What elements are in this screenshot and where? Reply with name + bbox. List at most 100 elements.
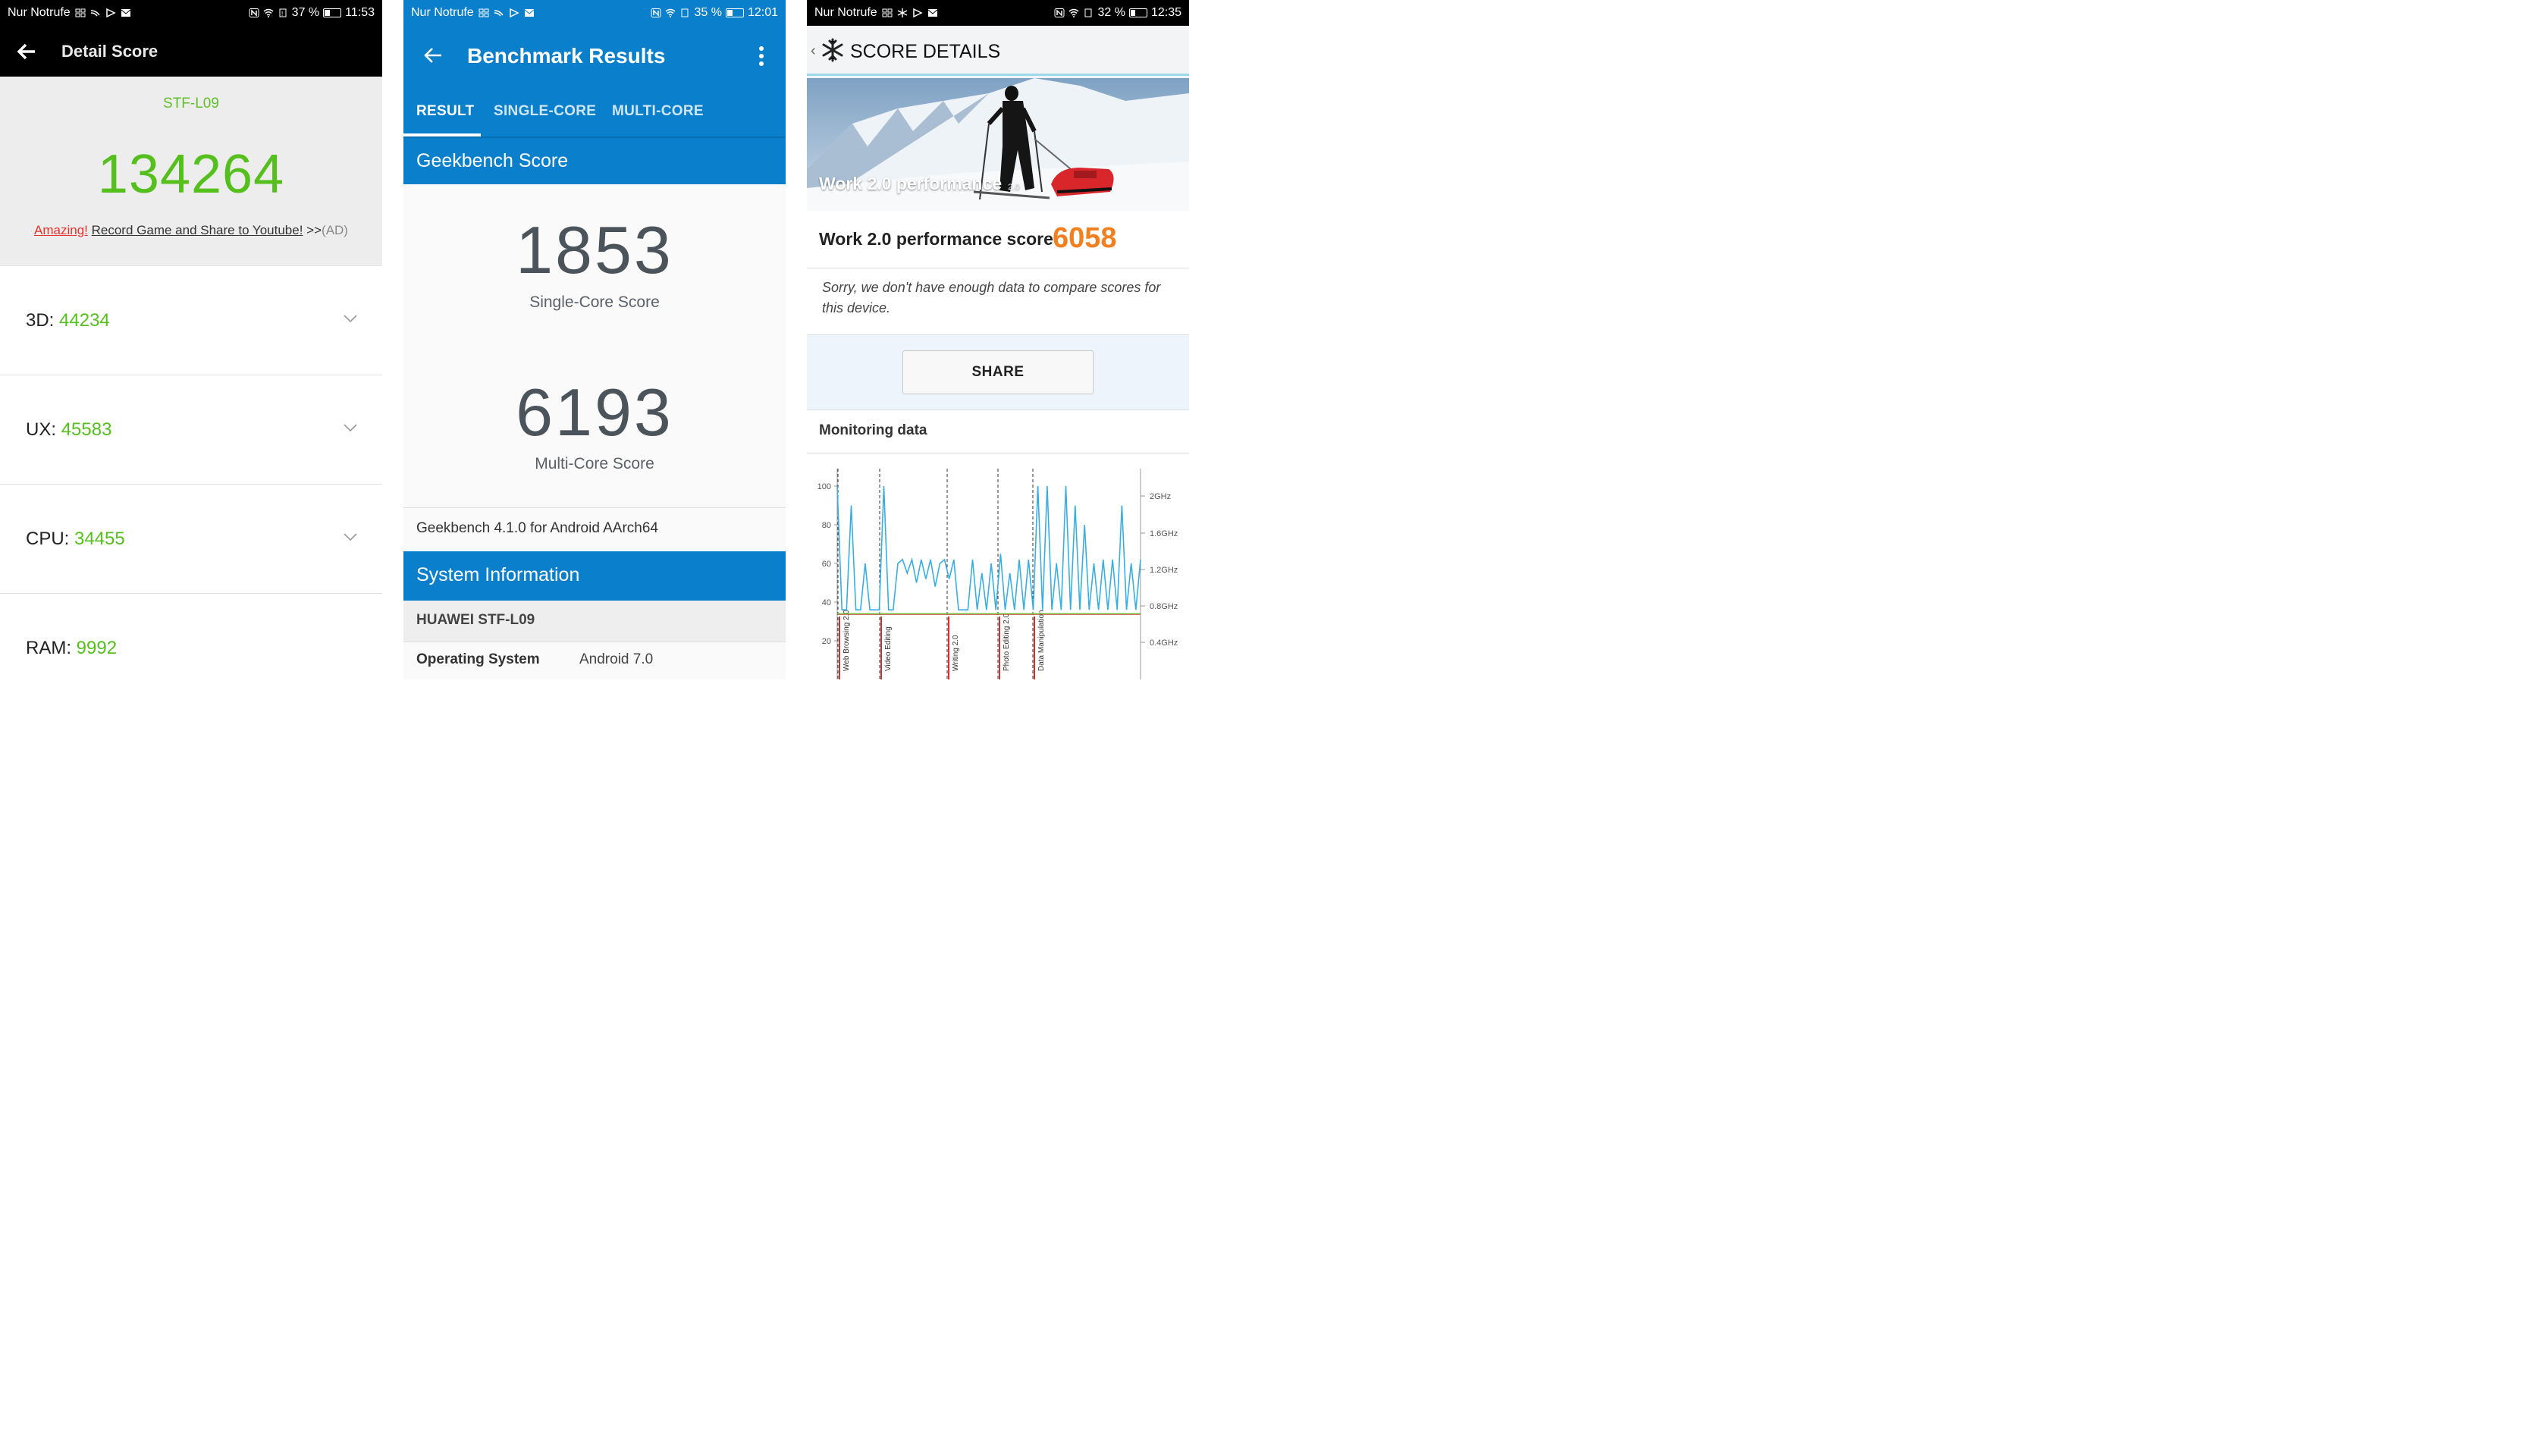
monitoring-chart-svg: 100 80 60 40 20 2GHz 1.6GHz 1.2GHz 0.8GHz 0.4GHz W…	[817, 469, 1178, 679]
ad-banner[interactable]: Amazing! Record Game and Share to Youtub…	[0, 223, 382, 238]
page-title: Benchmark Results	[467, 44, 666, 67]
ad-tag: (AD)	[322, 223, 348, 237]
more-vert-icon[interactable]	[758, 46, 764, 67]
multi-core-score: 6193	[516, 375, 673, 450]
page-title: Detail Score	[61, 41, 158, 61]
score-row-ram[interactable]: RAM: 9992	[0, 593, 382, 679]
segment-label: Data Manipulation	[1037, 610, 1046, 671]
tab-bar: RESULT SINGLE-CORE MULTI-CORE	[403, 86, 786, 136]
app-bar: ‹ SCORE DETAILS	[807, 26, 1189, 76]
y-tick-label-left: 40	[822, 598, 831, 607]
carrier-label: Nur Notrufe	[814, 6, 877, 19]
clock: 12:01	[747, 6, 778, 19]
row-value: 9992	[76, 638, 118, 658]
battery-saver-icon	[1084, 8, 1092, 17]
row-label: 3D:	[26, 310, 55, 331]
chevron-down-icon[interactable]	[343, 313, 358, 324]
score-label: Work 2.0 performance score	[819, 229, 1053, 249]
battery-percent: 37 %	[291, 6, 320, 19]
battery-saver-icon: !	[279, 8, 287, 17]
multi-core-label: Multi-Core Score	[535, 455, 654, 472]
chevron-down-icon[interactable]	[343, 422, 358, 433]
tab-single-core[interactable]: SINGLE-CORE	[494, 103, 596, 120]
y-tick-label-right: 1.2GHz	[1150, 566, 1178, 575]
y-tick-label-right: 1.6GHz	[1150, 529, 1178, 538]
tab-result[interactable]: RESULT	[416, 103, 474, 120]
page-title: SCORE DETAILS	[850, 41, 1001, 62]
grid-icon	[479, 8, 489, 17]
chevron-down-icon[interactable]	[343, 532, 358, 542]
single-core-label: Single-Core Score	[529, 293, 660, 311]
back-button[interactable]	[0, 26, 53, 77]
score-value: 6058	[1053, 222, 1117, 254]
app-bar: Detail Score	[0, 26, 382, 77]
app-bar: Benchmark Results	[403, 26, 786, 86]
version-info: Geekbench 4.1.0 for Android AArch64	[403, 507, 786, 551]
grid-icon	[882, 8, 893, 17]
score-row-3d[interactable]: 3D: 44234	[0, 265, 382, 375]
share-button[interactable]: SHARE	[902, 350, 1094, 394]
notification-icons	[479, 8, 535, 17]
segment-label: Writing 2.0	[952, 635, 960, 671]
single-core-score: 1853	[516, 212, 673, 287]
clock: 12:35	[1150, 6, 1181, 19]
geekbench-panel: Nur Notrufe 35 % 12:01 Benchmark Results…	[403, 0, 786, 679]
device-name: HUAWEI STF-L09	[403, 601, 786, 642]
mail-icon	[524, 9, 535, 17]
cast-icon	[90, 10, 100, 17]
arrow-left-icon[interactable]	[422, 44, 444, 67]
battery-saver-icon	[681, 8, 689, 17]
status-bar: Nur Notrufe 32 % 12:35	[807, 0, 1189, 26]
battery-icon	[725, 8, 744, 17]
notification-icons	[882, 8, 938, 17]
svg-text:!: !	[281, 11, 283, 17]
section-header-system: System Information	[403, 551, 786, 601]
tab-multi-core[interactable]: MULTI-CORE	[612, 103, 704, 120]
carrier-label: Nur Notrufe	[8, 6, 71, 19]
section-title: System Information	[416, 564, 580, 585]
ad-link[interactable]: Record Game and Share to Youtube!	[92, 223, 303, 237]
y-tick-label-left: 100	[817, 482, 831, 491]
row-label: RAM:	[26, 638, 71, 658]
work-banner-image: Work 2.0 performance 2.0	[807, 78, 1189, 211]
total-score-card: STF-L09 134264 Amazing! Record Game and …	[0, 77, 382, 265]
info-value: Android 7.0	[579, 651, 654, 667]
score-row-ux[interactable]: UX: 45583	[0, 375, 382, 484]
monitoring-chart: 100 80 60 40 20 2GHz 1.6GHz 1.2GHz 0.8GHz 0.4GHz W…	[807, 453, 1189, 679]
y-tick-label-left: 20	[822, 637, 831, 646]
y-tick-label-left: 60	[822, 560, 831, 569]
cast-icon	[494, 10, 504, 17]
y-tick-label-right: 0.8GHz	[1150, 602, 1178, 611]
carrier-label: Nur Notrufe	[411, 6, 474, 19]
y-tick-label-right: 2GHz	[1150, 492, 1171, 501]
row-label: CPU:	[26, 529, 70, 549]
pcmark-panel: Nur Notrufe 32 % 12:35 ‹ SCORE DETAILS W…	[807, 0, 1189, 679]
monitoring-header[interactable]: Monitoring data	[807, 410, 1189, 453]
battery-percent: 35 %	[694, 6, 722, 19]
battery-percent: 32 %	[1097, 6, 1125, 19]
row-value: 45583	[61, 419, 112, 440]
battery-icon	[323, 8, 342, 17]
row-label: UX:	[26, 419, 57, 440]
snowflake-icon	[897, 8, 908, 17]
wifi-icon	[263, 8, 274, 17]
clock: 11:53	[345, 6, 375, 19]
device-model: STF-L09	[163, 96, 219, 111]
total-score: 134264	[97, 144, 285, 205]
back-button[interactable]: ‹	[811, 42, 816, 60]
nfc-icon	[651, 8, 661, 17]
play-store-icon	[105, 8, 116, 17]
arrow-left-icon	[17, 43, 35, 59]
play-store-icon	[509, 8, 519, 17]
ad-highlight[interactable]: Amazing!	[34, 223, 88, 237]
status-right: ! 37 % 11:53	[249, 6, 375, 20]
antutu-panel: Nur Notrufe ! 37 % 11:53 Detail Score ST…	[0, 0, 382, 679]
segment-label: Photo Editing 2.0	[1003, 613, 1011, 671]
mail-icon	[121, 9, 131, 17]
wifi-icon	[1069, 8, 1079, 17]
score-row-cpu[interactable]: CPU: 34455	[0, 484, 382, 593]
section-header-score: Geekbench Score	[403, 136, 786, 184]
status-right: 35 % 12:01	[651, 6, 778, 20]
status-bar: Nur Notrufe 35 % 12:01	[403, 0, 786, 26]
info-row-os: Operating System Android 7.0	[403, 642, 786, 679]
